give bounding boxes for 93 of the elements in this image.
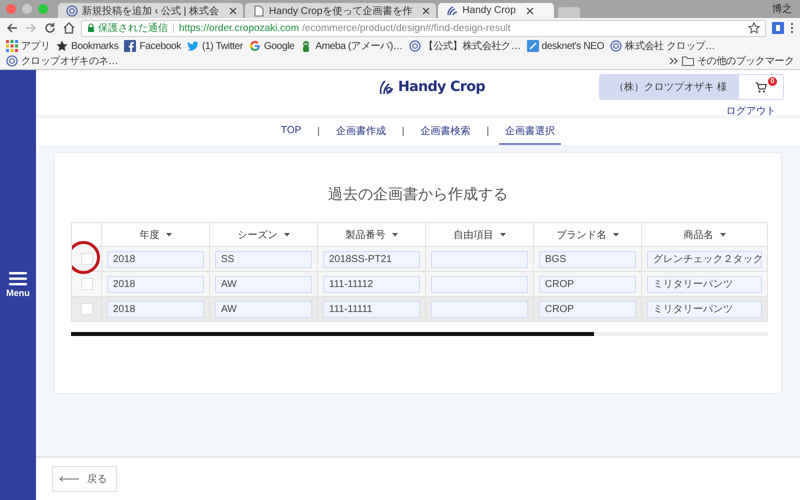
lock-icon xyxy=(87,23,95,33)
home-icon xyxy=(63,22,75,34)
folder-icon xyxy=(682,55,694,67)
address-bar[interactable]: 保護された通信 https://order.cropozaki.com /ecommerce/product/design#/find-design-result xyxy=(81,20,766,36)
cell-input-field[interactable]: 111-11111 xyxy=(323,300,420,318)
sort-caret-icon xyxy=(166,232,172,236)
star-icon xyxy=(56,40,68,52)
hand-logo-icon xyxy=(378,78,396,96)
nav-link[interactable]: TOP xyxy=(274,118,308,145)
column-header[interactable]: ブランド名 xyxy=(534,222,642,247)
bookmark-item[interactable]: (1) Twitter xyxy=(186,40,243,52)
cell-input-field[interactable]: 2018 xyxy=(107,276,204,292)
nav-separator: | xyxy=(486,126,490,137)
new-tab-button[interactable] xyxy=(558,7,580,18)
menu-icon xyxy=(9,272,27,286)
browser-tab[interactable]: Handy Crop xyxy=(438,3,554,18)
globe-icon xyxy=(610,40,622,52)
cell-input-field[interactable]: 2018 xyxy=(107,300,204,318)
cell-input-field[interactable]: グレンチェック２タック xyxy=(647,250,762,268)
hand-icon xyxy=(446,4,458,16)
close-icon xyxy=(422,6,430,14)
row-checkbox[interactable] xyxy=(80,278,92,290)
column-header[interactable]: 製品番号 xyxy=(318,222,426,247)
maximize-window-button[interactable] xyxy=(38,4,48,14)
menu-button[interactable]: Menu xyxy=(6,272,30,298)
bookmark-extension-icon xyxy=(772,22,784,34)
sort-caret-icon xyxy=(500,232,506,236)
sort-caret-icon xyxy=(612,232,618,236)
logo-text: Handy Crop xyxy=(398,79,485,95)
page-title: 過去の企画書から作成する xyxy=(328,185,508,204)
cell-input-field[interactable]: SS xyxy=(215,250,312,268)
bookmark-item[interactable]: クロップオザキのネ… xyxy=(6,54,118,68)
nav-link[interactable]: 企画書選択 xyxy=(499,118,562,145)
nav-link[interactable]: 企画書作成 xyxy=(330,118,392,145)
row-checkbox[interactable] xyxy=(80,303,92,315)
globe-icon xyxy=(408,40,421,52)
close-icon xyxy=(229,6,238,14)
sort-caret-icon xyxy=(392,232,398,236)
column-header[interactable]: シーズン xyxy=(210,222,318,247)
user-name: （株）クロツプオザキ 様 xyxy=(600,75,739,99)
close-window-button[interactable] xyxy=(6,4,16,14)
globe-icon xyxy=(66,4,78,16)
forward-arrow-icon xyxy=(25,22,37,34)
cell-input-field[interactable]: ミリタリーパンツ xyxy=(647,276,762,292)
minimize-window-button[interactable] xyxy=(22,4,32,14)
cell-input-field[interactable] xyxy=(431,250,528,268)
apps-grid-icon xyxy=(6,40,18,52)
logout-link[interactable]: ログアウト xyxy=(726,104,776,118)
cell-input-field[interactable]: 111-11112 xyxy=(323,276,420,292)
bookmark-item[interactable]: Ameba (アメーバ)… xyxy=(300,39,403,53)
back-button[interactable]: 戻る xyxy=(52,466,117,492)
nav-separator: | xyxy=(400,126,406,137)
bird-icon xyxy=(186,40,199,52)
bookmark-item[interactable]: Bookmarks xyxy=(56,40,118,52)
sort-caret-icon xyxy=(720,232,726,236)
cell-input-field[interactable]: BGS xyxy=(539,250,636,268)
cell-input-field[interactable] xyxy=(431,300,528,318)
reload-icon xyxy=(44,22,56,34)
nav-separator: | xyxy=(316,126,321,137)
cell-input-field[interactable]: CROP xyxy=(539,276,636,292)
other-bookmarks-folder[interactable]: その他のブックマーク xyxy=(682,54,794,68)
bookmark-item[interactable]: 株式会社 クロップ… xyxy=(610,39,715,53)
star-outline-icon xyxy=(748,22,760,34)
profile-name[interactable]: 博之 xyxy=(772,2,792,16)
cell-input-field[interactable]: ミリタリーパンツ xyxy=(647,300,762,318)
column-header[interactable]: 年度 xyxy=(102,222,210,247)
bookmark-item[interactable]: Facebook xyxy=(124,40,181,52)
cart-icon xyxy=(755,82,767,92)
cell-input-field[interactable]: CROP xyxy=(539,300,636,318)
left-arrow-icon xyxy=(59,475,80,483)
bookmark-item[interactable]: desknet's NEO xyxy=(526,40,604,52)
double-chevron-icon xyxy=(668,57,678,65)
column-header[interactable]: 商品名 xyxy=(642,222,768,247)
cell-input-field[interactable]: AW xyxy=(215,300,312,318)
browser-tab[interactable]: 新規投稿を追加 ‹ 公式 | 株式会 xyxy=(58,3,244,18)
horizontal-scrollbar[interactable] xyxy=(71,332,768,336)
nav-link[interactable]: 企画書検索 xyxy=(414,118,476,145)
g-letter-icon xyxy=(248,40,261,52)
bookmark-item[interactable]: アプリ xyxy=(6,39,50,53)
cell-input-field[interactable]: 2018 xyxy=(107,250,204,268)
cell-input-field[interactable]: 2018SS-PT21 xyxy=(323,250,420,268)
browser-tab[interactable]: Handy Cropを使って企画書を作 xyxy=(245,3,436,18)
close-icon xyxy=(526,6,534,14)
more-menu-icon xyxy=(790,22,794,34)
bookmark-item[interactable]: Google xyxy=(248,40,294,52)
row-checkbox[interactable] xyxy=(80,253,92,265)
bookmark-item[interactable]: 【公式】株式会社ク… xyxy=(408,39,521,53)
cell-input-field[interactable] xyxy=(431,276,528,292)
globe-icon xyxy=(6,55,18,67)
sort-caret-icon xyxy=(284,232,290,236)
cell-input-field[interactable]: AW xyxy=(215,276,312,292)
column-header[interactable]: 自由項目 xyxy=(426,222,534,247)
back-arrow-icon xyxy=(6,22,18,34)
